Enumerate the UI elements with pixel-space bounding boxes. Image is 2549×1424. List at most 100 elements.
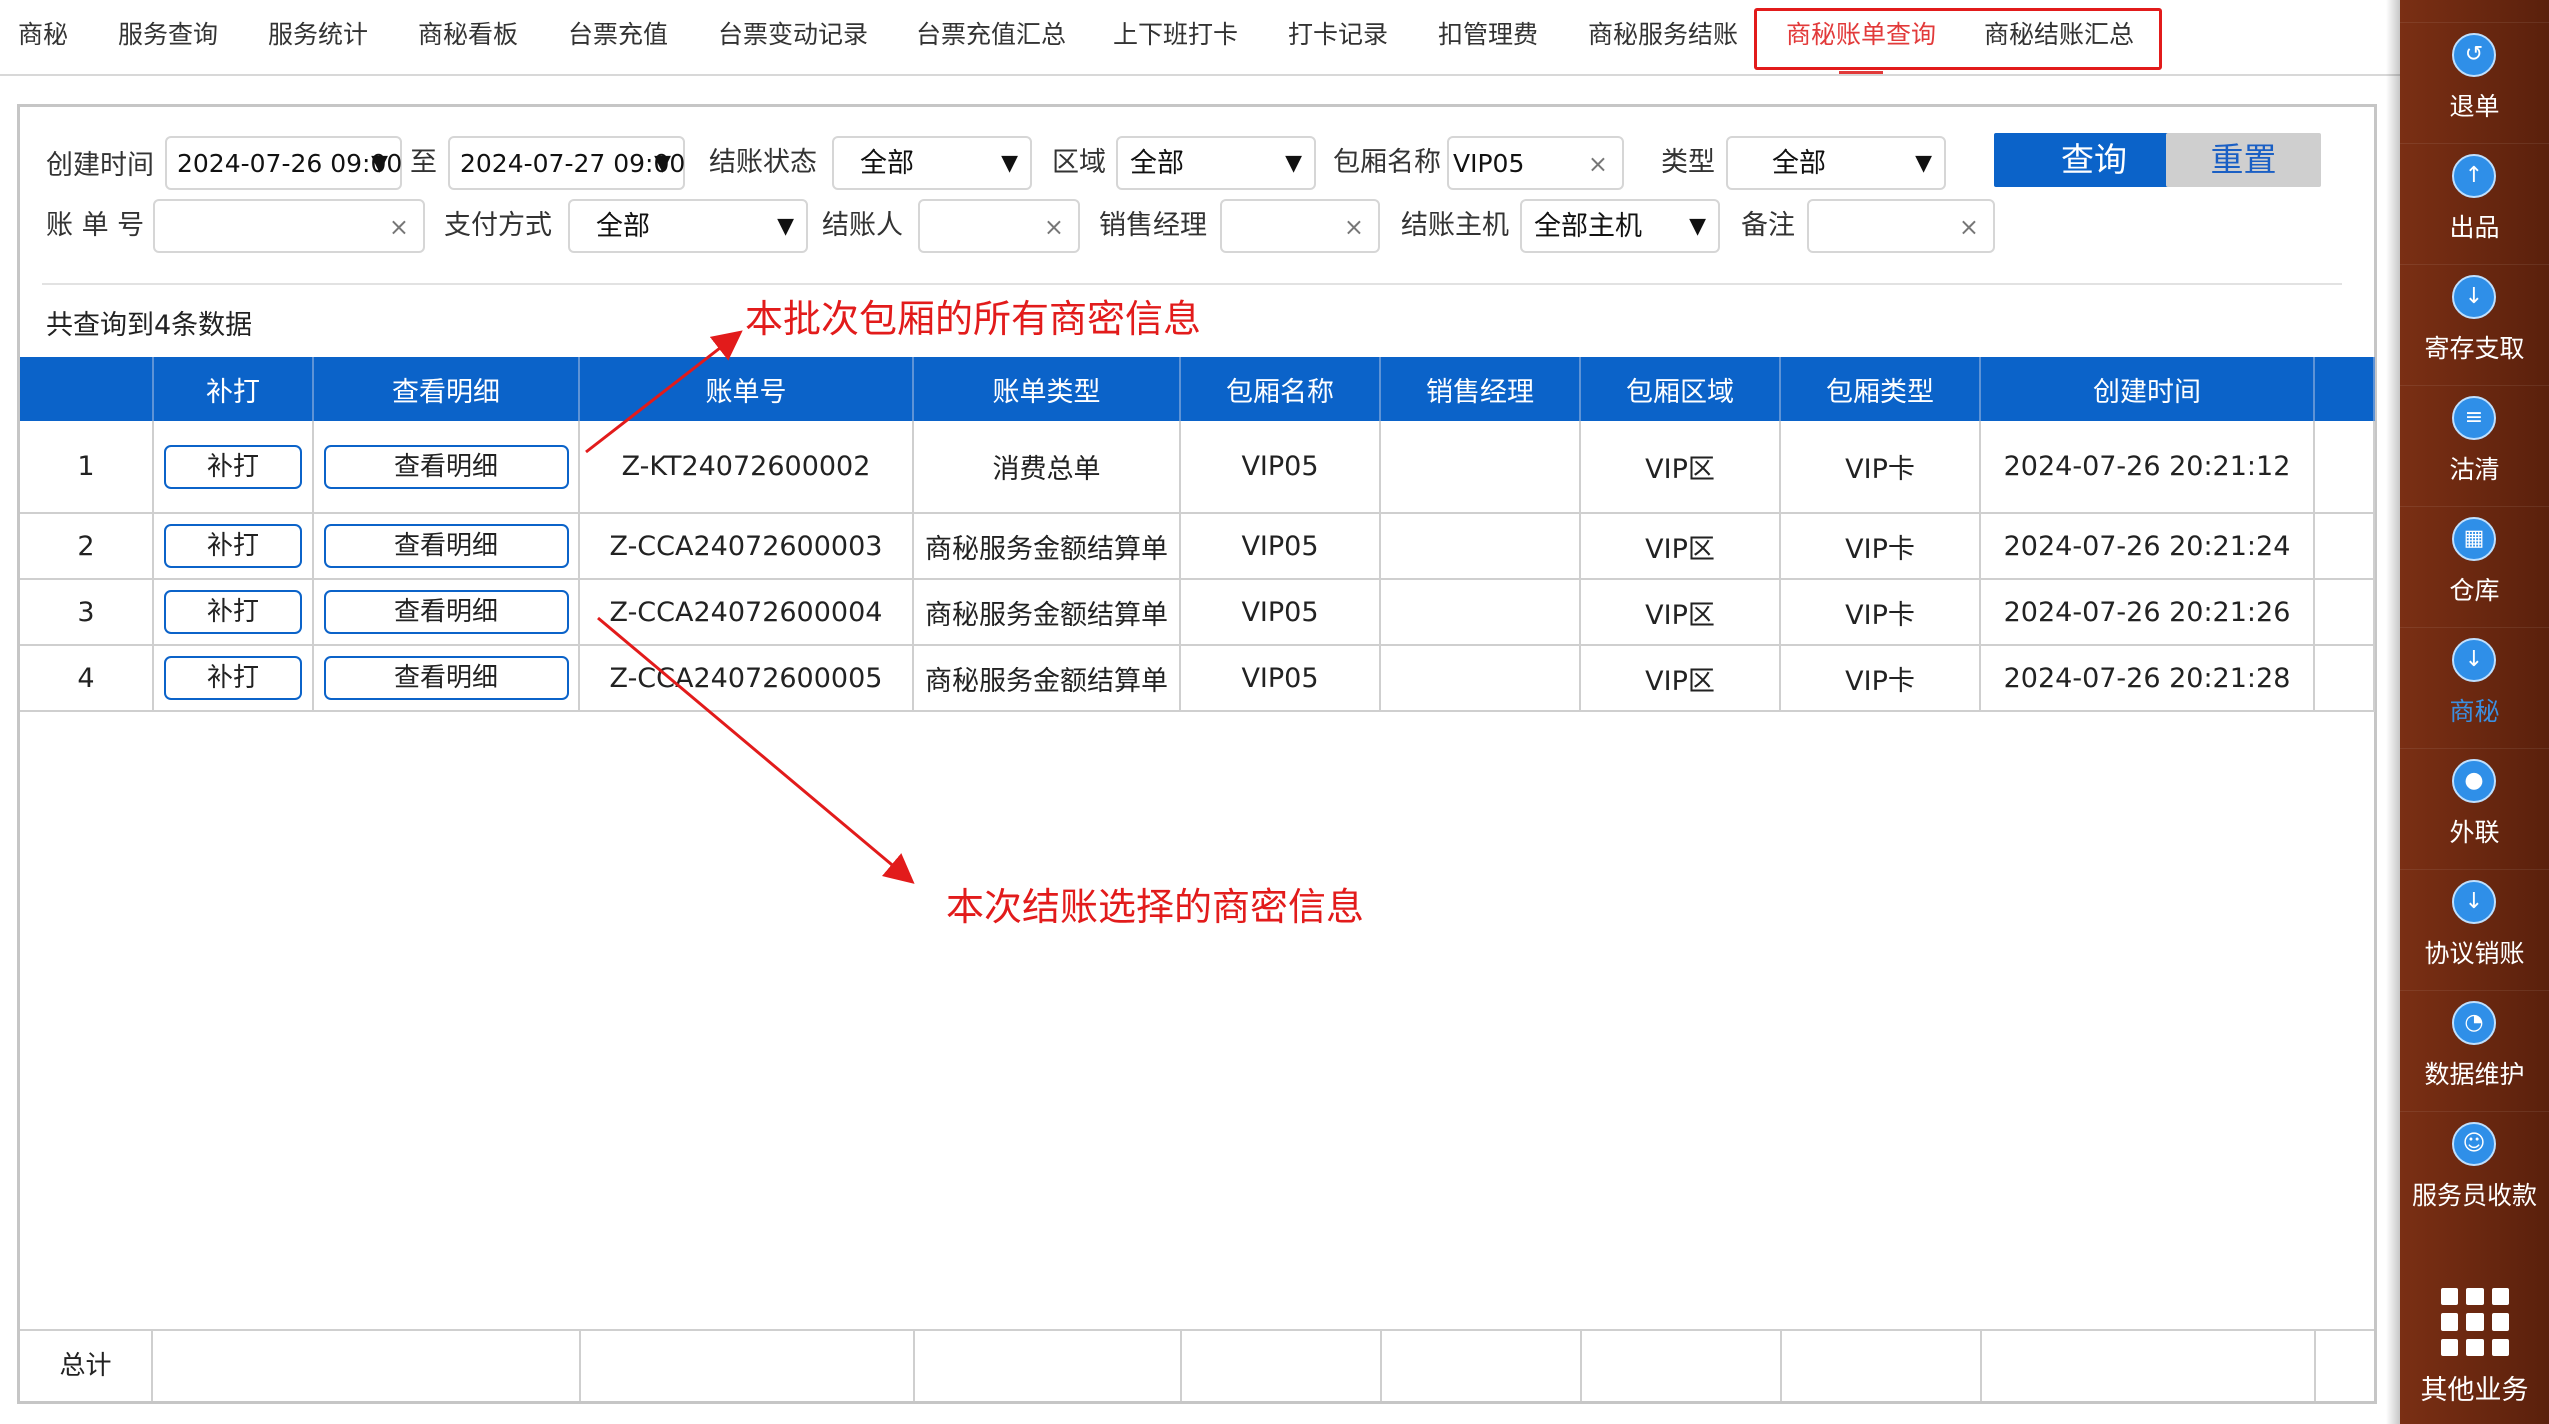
sidebar-item-shangmi[interactable]: ↓ 商秘 [2400, 627, 2549, 747]
sales-manager-cell [1380, 579, 1581, 646]
tab-clock-in[interactable]: 上下班打卡 [1113, 0, 1238, 70]
room-name-input[interactable]: VIP05 × [1447, 136, 1624, 190]
remark-label: 备注 [1741, 210, 1795, 241]
contact-icon: ● [2452, 759, 2496, 803]
tab-shangmi-board[interactable]: 商秘看板 [418, 0, 518, 70]
total-label: 总计 [20, 1331, 153, 1401]
host-select[interactable]: 全部主机 ▼ [1520, 199, 1720, 253]
query-button[interactable]: 查询 [1994, 133, 2194, 187]
tab-shangmi-settle-summary[interactable]: 商秘结账汇总 [1984, 0, 2134, 70]
type-select[interactable]: 全部 ▼ [1726, 136, 1946, 190]
reprint-cell: 补打 [153, 645, 314, 712]
sidebar-item-data-maintenance[interactable]: ◔ 数据维护 [2400, 990, 2549, 1110]
clear-icon[interactable]: × [389, 201, 409, 253]
header-created-time: 创建时间 [1980, 357, 2315, 421]
dropdown-arrow-icon: ▼ [1285, 151, 1302, 176]
view-detail-button[interactable]: 查看明细 [323, 656, 569, 700]
bill-no-cell: Z-CCA24072600003 [579, 513, 914, 580]
payment-select[interactable]: 全部 ▼ [568, 199, 808, 253]
sidebar-item-agreement-writeoff[interactable]: ↓ 协议销账 [2400, 869, 2549, 989]
room-area-cell: VIP区 [1580, 645, 1781, 712]
clear-icon[interactable]: × [1959, 201, 1979, 253]
view-detail-button[interactable]: 查看明细 [323, 444, 569, 489]
sidebar-item-label: 数据维护 [2424, 1060, 2525, 1089]
tab-management-fee[interactable]: 扣管理费 [1438, 0, 1538, 70]
sidebar-item-waiter-collect[interactable]: ☺ 服务员收款 [2400, 1111, 2549, 1231]
header-view-detail: 查看明细 [313, 357, 580, 421]
other-business-label[interactable]: 其他业务 [2400, 1368, 2549, 1407]
sidebar-item-label: 服务员收款 [2411, 1181, 2537, 1210]
view-detail-button[interactable]: 查看明细 [323, 524, 569, 568]
created-time-cell: 2024-07-26 20:21:26 [1980, 579, 2315, 646]
header-bill-no: 账单号 [579, 357, 914, 421]
settle-status-value: 全部 [860, 148, 914, 179]
total-divider [913, 1331, 915, 1401]
bill-no-cell: Z-KT24072600002 [579, 421, 914, 514]
sidebar-item-warehouse[interactable]: ▦ 仓库 [2400, 506, 2549, 626]
total-divider [579, 1331, 581, 1401]
view-detail-button[interactable]: 查看明细 [323, 590, 569, 634]
bill-type-cell: 商秘服务金额结算单 [913, 579, 1181, 646]
start-time-picker[interactable]: 2024-07-26 09:00 ▼ [165, 136, 402, 190]
settle-status-label: 结账状态 [709, 147, 817, 178]
reprint-button[interactable]: 补打 [164, 590, 302, 634]
tab-service-query[interactable]: 服务查询 [118, 0, 218, 70]
area-select[interactable]: 全部 ▼ [1116, 136, 1316, 190]
reprint-cell: 补打 [153, 421, 314, 514]
detail-cell: 查看明细 [313, 513, 580, 580]
detail-cell: 查看明细 [313, 579, 580, 646]
extra-cell [2314, 513, 2375, 580]
upload-icon: ↑ [2452, 154, 2496, 198]
bill-no-input[interactable]: × [153, 199, 425, 253]
dropdown-arrow-icon: ▼ [777, 214, 794, 239]
pie-chart-icon: ◔ [2452, 1001, 2496, 1045]
sidebar-item-deposit[interactable]: ↓ 寄存支取 [2400, 264, 2549, 384]
remark-input[interactable]: × [1807, 199, 1995, 253]
created-time-cell: 2024-07-26 20:21:28 [1980, 645, 2315, 712]
extra-cell [2314, 421, 2375, 514]
other-business-grid-icon[interactable] [2441, 1288, 2509, 1356]
detail-cell: 查看明细 [313, 421, 580, 514]
settle-status-select[interactable]: 全部 ▼ [832, 136, 1032, 190]
header-index [20, 357, 154, 421]
sales-manager-input[interactable]: × [1220, 199, 1380, 253]
tab-service-stats[interactable]: 服务统计 [268, 0, 368, 70]
sidebar-item-label: 外联 [2449, 818, 2500, 847]
bill-type-cell: 商秘服务金额结算单 [913, 645, 1181, 712]
end-time-picker[interactable]: 2024-07-27 09:00 ▼ [448, 136, 685, 190]
reprint-button[interactable]: 补打 [164, 444, 302, 489]
tab-clock-records[interactable]: 打卡记录 [1288, 0, 1388, 70]
tab-shangmi-service-settle[interactable]: 商秘服务结账 [1588, 0, 1738, 70]
tab-ticket-change-log[interactable]: 台票变动记录 [718, 0, 868, 70]
clear-icon[interactable]: × [1344, 201, 1364, 253]
settler-input[interactable]: × [918, 199, 1080, 253]
sidebar-item-production[interactable]: ↑ 出品 [2400, 143, 2549, 263]
table-header-row: 补打 查看明细 账单号 账单类型 包厢名称 销售经理 包厢区域 包厢类型 创建时… [20, 357, 2375, 421]
sidebar-item-external[interactable]: ● 外联 [2400, 748, 2549, 868]
reprint-button[interactable]: 补打 [164, 656, 302, 700]
created-time-cell: 2024-07-26 20:21:24 [1980, 513, 2315, 580]
sales-manager-cell [1380, 645, 1581, 712]
tab-shangmi-bill-query[interactable]: 商秘账单查询 [1786, 0, 1936, 70]
sidebar-item-return-order[interactable]: ↺ 退单 [2400, 22, 2549, 142]
return-order-icon: ↺ [2452, 33, 2496, 77]
row-index: 4 [20, 645, 154, 712]
room-name-label: 包厢名称 [1333, 147, 1441, 178]
tab-shangmi[interactable]: 商秘 [18, 0, 68, 70]
reprint-button[interactable]: 补打 [164, 524, 302, 568]
total-divider [1780, 1331, 1782, 1401]
tab-ticket-recharge[interactable]: 台票充值 [568, 0, 668, 70]
tab-ticket-recharge-summary[interactable]: 台票充值汇总 [916, 0, 1066, 70]
room-area-cell: VIP区 [1580, 421, 1781, 514]
download-icon: ↓ [2452, 880, 2496, 924]
clear-icon[interactable]: × [1588, 138, 1608, 190]
dropdown-arrow-icon: ▼ [654, 151, 671, 176]
table-row: 2 补打 查看明细 Z-CCA24072600003 商秘服务金额结算单 VIP… [20, 513, 2375, 580]
clear-icon[interactable]: × [1044, 201, 1064, 253]
reset-button[interactable]: 重置 [2166, 133, 2321, 187]
start-time-value: 2024-07-26 09:00 [177, 149, 403, 178]
sidebar-item-sold-out[interactable]: ≡ 沽清 [2400, 385, 2549, 505]
table-row: 3 补打 查看明细 Z-CCA24072600004 商秘服务金额结算单 VIP… [20, 579, 2375, 646]
dropdown-arrow-icon: ▼ [1001, 151, 1018, 176]
sidebar-item-label: 寄存支取 [2424, 334, 2525, 363]
